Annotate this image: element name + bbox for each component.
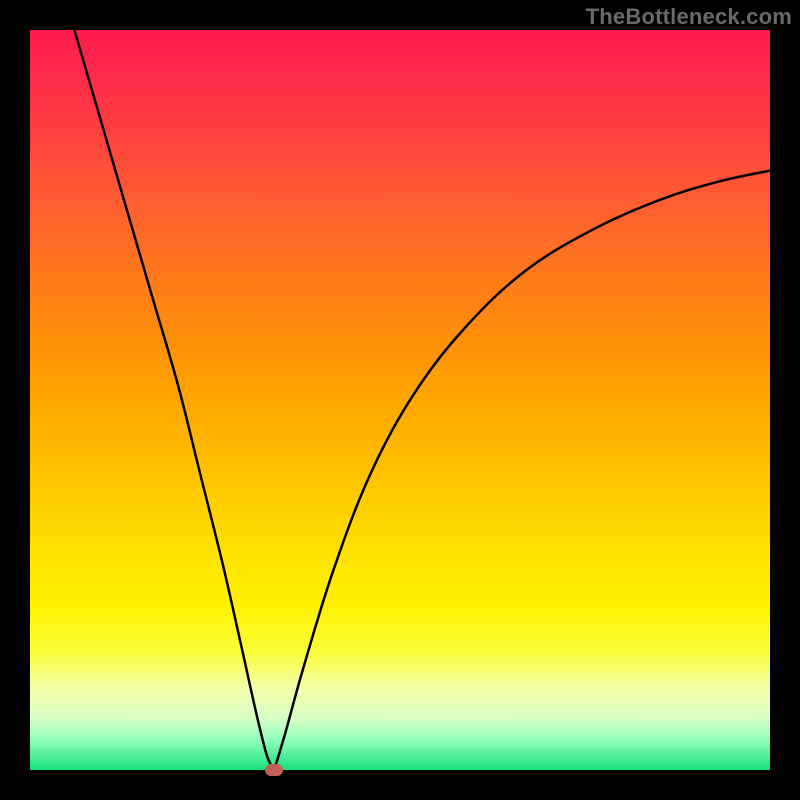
chart-frame <box>30 30 770 770</box>
curve-right-branch <box>274 171 770 770</box>
optimum-marker <box>265 764 283 776</box>
watermark-text: TheBottleneck.com <box>586 4 792 30</box>
bottleneck-curve <box>30 30 770 770</box>
curve-left-branch <box>74 30 274 770</box>
plot-area <box>30 30 770 770</box>
